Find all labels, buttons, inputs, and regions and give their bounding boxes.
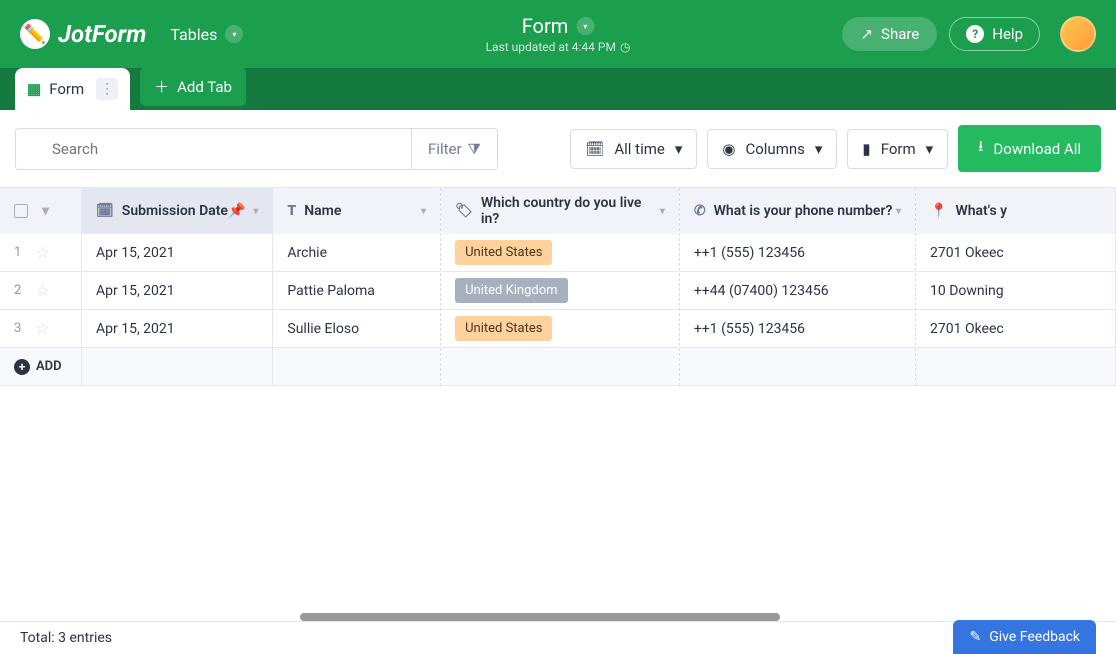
phone-icon: ✆: [694, 203, 706, 219]
header-center: Form ▾ Last updated at 4:44 PM ◷: [486, 14, 631, 54]
cell-address[interactable]: 2701 Okeec: [916, 310, 1115, 348]
last-updated: Last updated at 4:44 PM ◷: [486, 40, 631, 54]
select-all-checkbox[interactable]: [14, 204, 28, 218]
cell-address[interactable]: 10 Downing: [916, 272, 1115, 310]
star-icon[interactable]: ☆: [35, 281, 49, 300]
header-address[interactable]: 📍 What's y: [916, 188, 1115, 234]
calendar-icon: 🗓: [96, 203, 114, 219]
chevron-down-icon[interactable]: ▾: [421, 206, 426, 217]
tables-label: Tables: [170, 25, 217, 44]
share-button[interactable]: ↗ Share: [842, 17, 937, 51]
chevron-down-icon: ▾: [926, 140, 934, 158]
cell-phone[interactable]: ++1 (555) 123456: [680, 234, 915, 272]
header-country[interactable]: 🏷 Which country do you live in? ▾: [441, 188, 679, 234]
table-row[interactable]: 3☆: [0, 310, 81, 348]
chevron-down-icon[interactable]: ▾: [660, 206, 665, 217]
date-range-button[interactable]: 🗓 All time ▾: [570, 129, 697, 169]
chevron-down-icon: ▾: [815, 140, 823, 158]
add-row-button[interactable]: +ADD: [0, 348, 81, 386]
header-right: ↗ Share ? Help: [842, 16, 1096, 52]
chevron-down-icon[interactable]: ▾: [253, 206, 258, 217]
cell-phone[interactable]: ++44 (07400) 123456: [680, 272, 915, 310]
tables-dropdown[interactable]: Tables ▾: [170, 25, 243, 44]
avatar[interactable]: [1060, 16, 1096, 52]
columns-button[interactable]: ◉ Columns ▾: [707, 129, 837, 169]
tab-form[interactable]: ▦ Form ⋮: [15, 68, 130, 110]
form-title-dropdown[interactable]: Form ▾: [486, 14, 631, 38]
help-icon: ?: [966, 25, 984, 43]
share-icon: ↗: [860, 25, 873, 43]
cell-date[interactable]: Apr 15, 2021: [82, 234, 272, 272]
toolbar: ⌕ Filter ⧩ 🗓 All time ▾ ◉ Columns ▾ ▮ Fo…: [0, 110, 1116, 187]
plus-icon: ＋: [154, 76, 169, 97]
chevron-down-icon: ▾: [225, 25, 243, 43]
chevron-down-icon: ▾: [675, 140, 683, 158]
star-icon[interactable]: ☆: [35, 243, 49, 262]
download-icon: ⭳: [978, 136, 983, 161]
column-submission-date: 🗓 Submission Date 📌 ▾ Apr 15, 2021 Apr 1…: [82, 188, 273, 386]
star-icon[interactable]: ☆: [35, 319, 49, 338]
column-address: 📍 What's y 2701 Okeec 10 Downing 2701 Ok…: [916, 188, 1116, 386]
pin-icon[interactable]: 📌: [228, 203, 245, 219]
header: ✏️ JotForm Tables ▾ Form ▾ Last updated …: [0, 0, 1116, 68]
column-index: ▾ 1☆ 2☆ 3☆ +ADD: [0, 188, 82, 386]
download-all-button[interactable]: ⭳ Download All: [958, 125, 1101, 172]
cell-country[interactable]: United States: [441, 234, 679, 272]
help-button[interactable]: ? Help: [949, 17, 1040, 51]
feedback-icon: ✎: [969, 629, 981, 645]
cell-date[interactable]: Apr 15, 2021: [82, 310, 272, 348]
add-tab-button[interactable]: ＋ Add Tab: [140, 67, 246, 106]
tab-more-button[interactable]: ⋮: [96, 78, 118, 100]
filter-button[interactable]: Filter ⧩: [411, 129, 497, 169]
pin-icon: 📍: [930, 203, 947, 219]
cell-name[interactable]: Sullie Eloso: [273, 310, 440, 348]
search-group: ⌕ Filter ⧩: [15, 128, 498, 170]
cell-country[interactable]: United Kingdom: [441, 272, 679, 310]
clock-icon: ◷: [620, 40, 630, 54]
logo-icon: ✏️: [20, 19, 50, 49]
footer: Total: 3 entries ✎ Give Feedback: [0, 621, 1116, 654]
plus-icon: +: [14, 359, 30, 375]
document-icon: ▮: [862, 140, 870, 158]
column-country: 🏷 Which country do you live in? ▾ United…: [441, 188, 680, 386]
text-icon: T: [287, 203, 296, 219]
header-phone[interactable]: ✆ What is your phone number? ▾: [680, 188, 915, 234]
form-title-text: Form: [522, 14, 569, 38]
cell-name[interactable]: Archie: [273, 234, 440, 272]
give-feedback-button[interactable]: ✎ Give Feedback: [953, 620, 1096, 654]
chevron-down-icon[interactable]: ▾: [896, 206, 901, 217]
table: ▾ 1☆ 2☆ 3☆ +ADD 🗓 Submission Date 📌 ▾ Ap…: [0, 187, 1116, 386]
tabs-bar: ▦ Form ⋮ ＋ Add Tab: [0, 68, 1116, 110]
grid-icon: ▦: [27, 80, 41, 98]
cell-address[interactable]: 2701 Okeec: [916, 234, 1115, 272]
horizontal-scrollbar[interactable]: [300, 613, 780, 621]
header-index: ▾: [0, 188, 81, 234]
cell-date[interactable]: Apr 15, 2021: [82, 272, 272, 310]
column-name: T Name ▾ Archie Pattie Paloma Sullie Elo…: [273, 188, 441, 386]
header-name[interactable]: T Name ▾: [273, 188, 440, 234]
logo[interactable]: ✏️ JotForm: [20, 19, 146, 49]
logo-text: JotForm: [58, 20, 146, 48]
eye-icon: ◉: [722, 140, 735, 158]
table-row[interactable]: 1☆: [0, 234, 81, 272]
header-submission-date[interactable]: 🗓 Submission Date 📌 ▾: [82, 188, 272, 234]
form-view-button[interactable]: ▮ Form ▾: [847, 129, 948, 169]
tag-icon: 🏷: [455, 203, 473, 219]
cell-country[interactable]: United States: [441, 310, 679, 348]
filter-icon: ⧩: [468, 140, 481, 158]
table-row[interactable]: 2☆: [0, 272, 81, 310]
cell-phone[interactable]: ++1 (555) 123456: [680, 310, 915, 348]
chevron-down-icon[interactable]: ▾: [42, 203, 49, 219]
chevron-down-icon: ▾: [576, 17, 594, 35]
search-input[interactable]: [16, 129, 411, 169]
column-phone: ✆ What is your phone number? ▾ ++1 (555)…: [680, 188, 916, 386]
cell-name[interactable]: Pattie Paloma: [273, 272, 440, 310]
total-entries: Total: 3 entries: [20, 630, 112, 646]
calendar-icon: 🗓: [585, 140, 604, 158]
